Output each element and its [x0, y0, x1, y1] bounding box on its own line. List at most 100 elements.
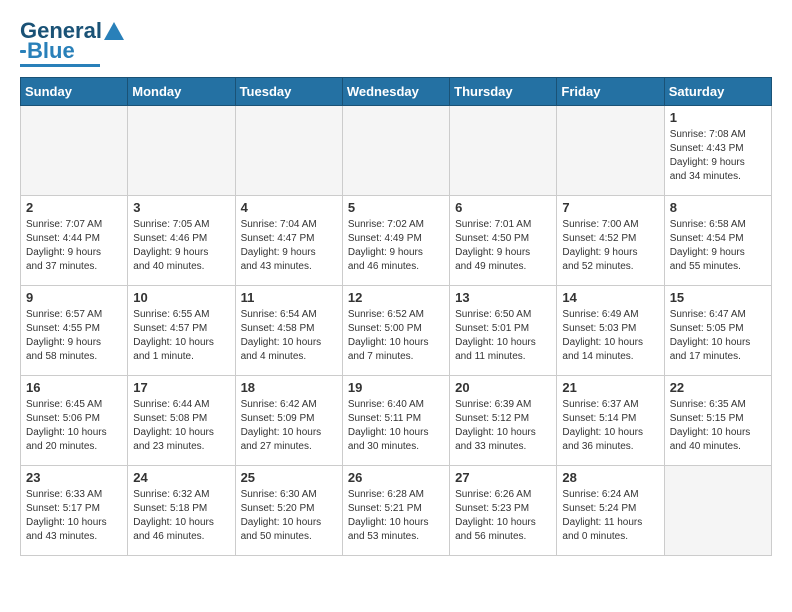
- calendar-week-row: 1 Sunrise: 7:08 AM Sunset: 4:43 PM Daylig…: [21, 106, 772, 196]
- day-info: Sunrise: 6:37 AM Sunset: 5:14 PM Dayligh…: [562, 398, 658, 454]
- day-number: 17: [133, 380, 229, 395]
- logo: General Blue: [20, 20, 124, 67]
- day-number: 15: [670, 290, 766, 305]
- calendar-cell: 6Sunrise: 7:01 AM Sunset: 4:50 PM Daylig…: [450, 196, 557, 286]
- day-info: Sunrise: 6:49 AM Sunset: 5:03 PM Dayligh…: [562, 308, 658, 364]
- calendar-cell: 4Sunrise: 7:04 AM Sunset: 4:47 PM Daylig…: [235, 196, 342, 286]
- weekday-header-wednesday: Wednesday: [342, 78, 449, 106]
- calendar-cell: [664, 466, 771, 556]
- day-info: Sunrise: 6:33 AM Sunset: 5:17 PM Dayligh…: [26, 488, 122, 544]
- day-number: 20: [455, 380, 551, 395]
- calendar-header-row: SundayMondayTuesdayWednesdayThursdayFrid…: [21, 78, 772, 106]
- day-number: 24: [133, 470, 229, 485]
- calendar-cell: 13 Sunrise: 6:50 AM Sunset: 5:01 PM Dayli…: [450, 286, 557, 376]
- calendar-cell: 22 Sunrise: 6:35 AM Sunset: 5:15 PM Dayli…: [664, 376, 771, 466]
- day-number: 1: [670, 110, 766, 125]
- day-info: Sunrise: 7:02 AM Sunset: 4:49 PM Dayligh…: [348, 218, 444, 274]
- weekday-header-thursday: Thursday: [450, 78, 557, 106]
- calendar-cell: 7 Sunrise: 7:00 AM Sunset: 4:52 PM Daylig…: [557, 196, 664, 286]
- day-number: 10: [133, 290, 229, 305]
- calendar-cell: 18 Sunrise: 6:42 AM Sunset: 5:09 PM Dayli…: [235, 376, 342, 466]
- calendar-week-row: 16 Sunrise: 6:45 AM Sunset: 5:06 PM Dayli…: [21, 376, 772, 466]
- day-number: 14: [562, 290, 658, 305]
- day-number: 16: [26, 380, 122, 395]
- calendar-cell: 14 Sunrise: 6:49 AM Sunset: 5:03 PM Dayli…: [557, 286, 664, 376]
- calendar-cell: 8 Sunrise: 6:58 AM Sunset: 4:54 PM Daylig…: [664, 196, 771, 286]
- page-header: General Blue: [20, 20, 772, 67]
- day-info: Sunrise: 6:58 AM Sunset: 4:54 PM Dayligh…: [670, 218, 766, 274]
- day-number: 22: [670, 380, 766, 395]
- calendar-cell: 19 Sunrise: 6:40 AM Sunset: 5:11 PM Dayli…: [342, 376, 449, 466]
- day-number: 23: [26, 470, 122, 485]
- day-info: Sunrise: 6:50 AM Sunset: 5:01 PM Dayligh…: [455, 308, 551, 364]
- day-number: 27: [455, 470, 551, 485]
- calendar-cell: 23 Sunrise: 6:33 AM Sunset: 5:17 PM Dayli…: [21, 466, 128, 556]
- weekday-header-sunday: Sunday: [21, 78, 128, 106]
- weekday-header-tuesday: Tuesday: [235, 78, 342, 106]
- day-info: Sunrise: 6:54 AM Sunset: 4:58 PM Dayligh…: [241, 308, 337, 364]
- day-number: 8: [670, 200, 766, 215]
- calendar-cell: 15 Sunrise: 6:47 AM Sunset: 5:05 PM Dayli…: [664, 286, 771, 376]
- logo-triangle-icon: [104, 22, 124, 40]
- day-number: 13: [455, 290, 551, 305]
- day-info: Sunrise: 6:28 AM Sunset: 5:21 PM Dayligh…: [348, 488, 444, 544]
- calendar-week-row: 9 Sunrise: 6:57 AM Sunset: 4:55 PM Daylig…: [21, 286, 772, 376]
- weekday-header-monday: Monday: [128, 78, 235, 106]
- calendar-cell: [450, 106, 557, 196]
- day-number: 9: [26, 290, 122, 305]
- day-info: Sunrise: 6:32 AM Sunset: 5:18 PM Dayligh…: [133, 488, 229, 544]
- calendar-cell: [235, 106, 342, 196]
- day-number: 3: [133, 200, 229, 215]
- calendar-cell: 24 Sunrise: 6:32 AM Sunset: 5:18 PM Dayli…: [128, 466, 235, 556]
- weekday-header-saturday: Saturday: [664, 78, 771, 106]
- day-number: 12: [348, 290, 444, 305]
- day-info: Sunrise: 6:40 AM Sunset: 5:11 PM Dayligh…: [348, 398, 444, 454]
- calendar-cell: 28 Sunrise: 6:24 AM Sunset: 5:24 PM Dayli…: [557, 466, 664, 556]
- logo-text-blue: Blue: [27, 40, 75, 62]
- day-info: Sunrise: 6:26 AM Sunset: 5:23 PM Dayligh…: [455, 488, 551, 544]
- day-info: Sunrise: 6:52 AM Sunset: 5:00 PM Dayligh…: [348, 308, 444, 364]
- day-number: 18: [241, 380, 337, 395]
- day-info: Sunrise: 7:01 AM Sunset: 4:50 PM Dayligh…: [455, 218, 551, 274]
- calendar-cell: 16 Sunrise: 6:45 AM Sunset: 5:06 PM Dayli…: [21, 376, 128, 466]
- calendar-cell: 1 Sunrise: 7:08 AM Sunset: 4:43 PM Daylig…: [664, 106, 771, 196]
- calendar-cell: 9 Sunrise: 6:57 AM Sunset: 4:55 PM Daylig…: [21, 286, 128, 376]
- calendar-cell: [557, 106, 664, 196]
- weekday-header-friday: Friday: [557, 78, 664, 106]
- day-info: Sunrise: 6:42 AM Sunset: 5:09 PM Dayligh…: [241, 398, 337, 454]
- day-number: 28: [562, 470, 658, 485]
- calendar-cell: 2Sunrise: 7:07 AM Sunset: 4:44 PM Daylig…: [21, 196, 128, 286]
- calendar-cell: 25Sunrise: 6:30 AM Sunset: 5:20 PM Dayli…: [235, 466, 342, 556]
- day-info: Sunrise: 6:47 AM Sunset: 5:05 PM Dayligh…: [670, 308, 766, 364]
- day-info: Sunrise: 7:00 AM Sunset: 4:52 PM Dayligh…: [562, 218, 658, 274]
- day-info: Sunrise: 6:44 AM Sunset: 5:08 PM Dayligh…: [133, 398, 229, 454]
- day-info: Sunrise: 6:45 AM Sunset: 5:06 PM Dayligh…: [26, 398, 122, 454]
- day-info: Sunrise: 7:08 AM Sunset: 4:43 PM Dayligh…: [670, 128, 766, 184]
- calendar-cell: 17 Sunrise: 6:44 AM Sunset: 5:08 PM Dayli…: [128, 376, 235, 466]
- day-number: 4: [241, 200, 337, 215]
- calendar-week-row: 23 Sunrise: 6:33 AM Sunset: 5:17 PM Dayli…: [21, 466, 772, 556]
- day-info: Sunrise: 7:05 AM Sunset: 4:46 PM Dayligh…: [133, 218, 229, 274]
- day-number: 21: [562, 380, 658, 395]
- calendar-cell: [21, 106, 128, 196]
- calendar-cell: 12 Sunrise: 6:52 AM Sunset: 5:00 PM Dayli…: [342, 286, 449, 376]
- day-info: Sunrise: 6:35 AM Sunset: 5:15 PM Dayligh…: [670, 398, 766, 454]
- day-number: 25: [241, 470, 337, 485]
- calendar-week-row: 2Sunrise: 7:07 AM Sunset: 4:44 PM Daylig…: [21, 196, 772, 286]
- day-number: 26: [348, 470, 444, 485]
- day-info: Sunrise: 6:55 AM Sunset: 4:57 PM Dayligh…: [133, 308, 229, 364]
- calendar-cell: 11Sunrise: 6:54 AM Sunset: 4:58 PM Dayli…: [235, 286, 342, 376]
- day-info: Sunrise: 6:57 AM Sunset: 4:55 PM Dayligh…: [26, 308, 122, 364]
- day-info: Sunrise: 6:24 AM Sunset: 5:24 PM Dayligh…: [562, 488, 658, 544]
- day-number: 2: [26, 200, 122, 215]
- day-number: 5: [348, 200, 444, 215]
- calendar-table: SundayMondayTuesdayWednesdayThursdayFrid…: [20, 77, 772, 556]
- calendar-cell: 27 Sunrise: 6:26 AM Sunset: 5:23 PM Dayli…: [450, 466, 557, 556]
- calendar-cell: 26 Sunrise: 6:28 AM Sunset: 5:21 PM Dayli…: [342, 466, 449, 556]
- calendar-cell: 21 Sunrise: 6:37 AM Sunset: 5:14 PM Dayli…: [557, 376, 664, 466]
- day-number: 19: [348, 380, 444, 395]
- calendar-cell: 10 Sunrise: 6:55 AM Sunset: 4:57 PM Dayli…: [128, 286, 235, 376]
- day-number: 7: [562, 200, 658, 215]
- calendar-cell: [128, 106, 235, 196]
- logo-underline: [20, 64, 100, 67]
